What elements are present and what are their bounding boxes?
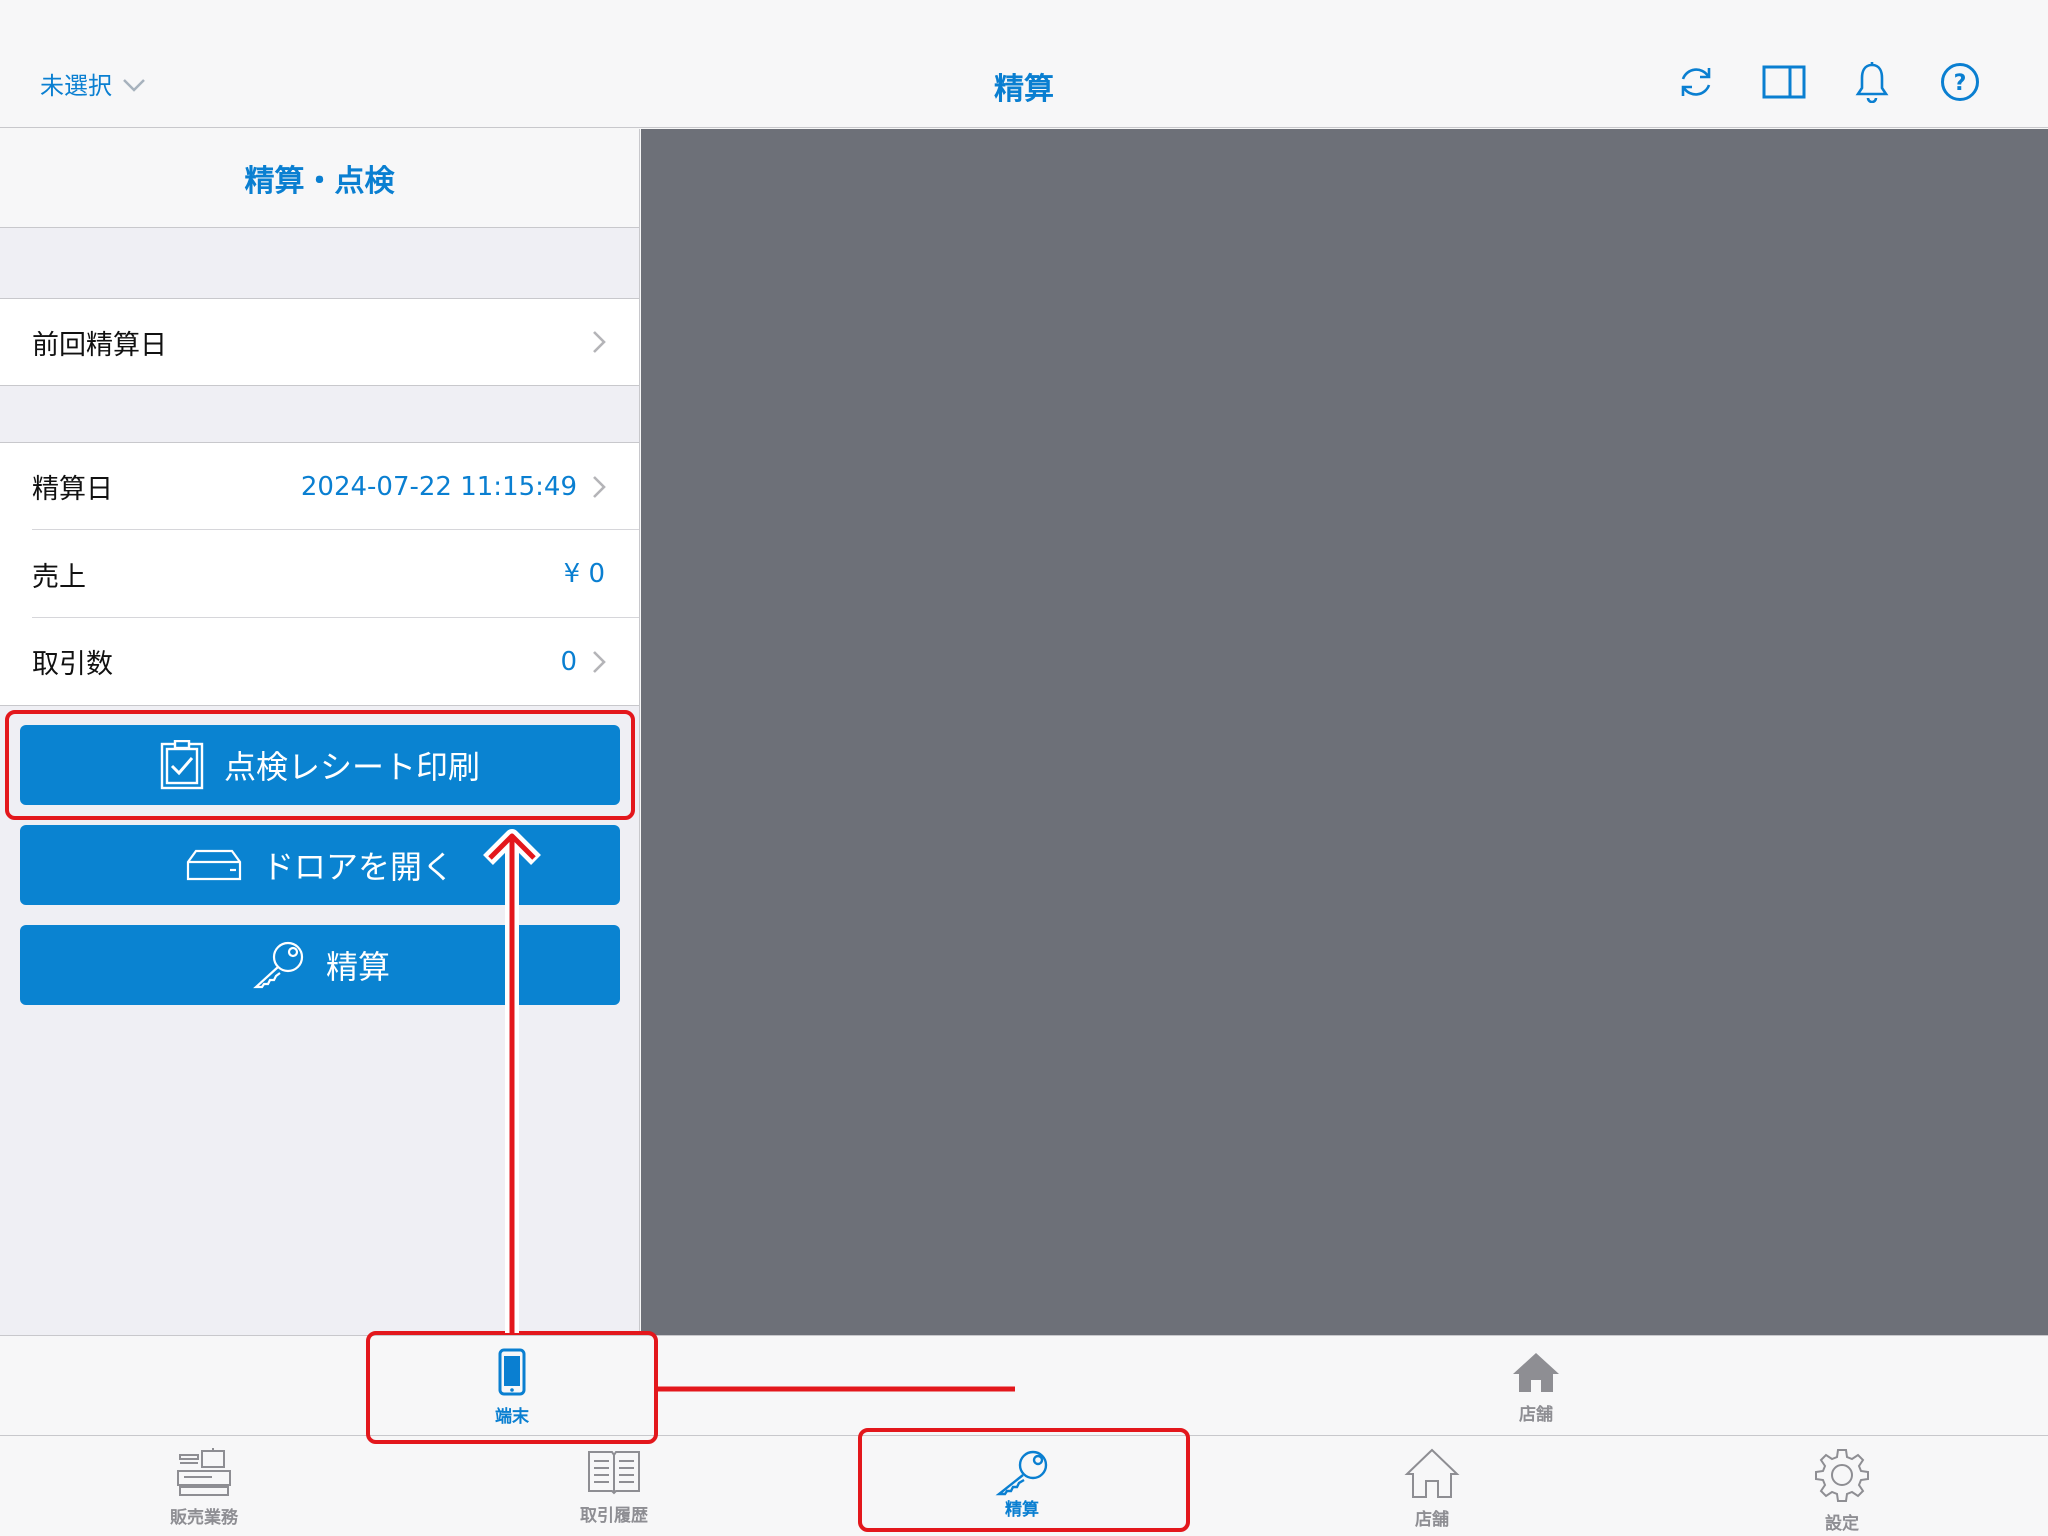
chevron-right-icon	[593, 475, 606, 498]
tab-settings[interactable]: 設定	[1814, 1447, 1870, 1534]
tab-sales-label: 販売業務	[170, 1508, 238, 1528]
sales-label: 売上	[32, 561, 86, 593]
tab-store-label: 店舗	[1415, 1510, 1449, 1530]
chevron-right-icon	[593, 331, 606, 353]
transaction-count-value: 0	[560, 646, 577, 677]
tab-store[interactable]: 店舗	[1404, 1447, 1460, 1530]
tab-settings-label: 設定	[1825, 1514, 1859, 1534]
detail-pane	[641, 129, 2048, 1335]
key-icon	[253, 941, 304, 989]
print-check-receipt-label: 点検レシート印刷	[223, 748, 480, 786]
settle-button[interactable]: 精算	[20, 925, 620, 1005]
gear-icon	[1815, 1449, 1869, 1502]
svg-text:?: ?	[1954, 71, 1967, 96]
sales-row: 売上 ¥ 0	[0, 530, 639, 618]
settle-label: 精算	[325, 948, 390, 986]
tab-settlement-label: 精算	[1005, 1500, 1039, 1520]
settlement-date-value: 2024-07-22 11:15:49	[300, 471, 577, 502]
subtab-terminal-label: 端末	[495, 1407, 529, 1427]
transaction-count-row[interactable]: 取引数 0	[0, 618, 639, 706]
subtab-terminal[interactable]: 端末	[492, 1348, 532, 1427]
tab-sales[interactable]: 販売業務	[164, 1447, 244, 1528]
split-view-icon[interactable]	[1762, 60, 1806, 104]
refresh-icon[interactable]	[1674, 60, 1718, 104]
subtab-store-label: 店舗	[1519, 1405, 1553, 1425]
top-navigation-bar: 未選択 精算 ?	[0, 0, 2048, 128]
open-drawer-label: ドロアを開く	[261, 848, 454, 886]
sub-tab-bar: 端末 店舗	[0, 1335, 2048, 1436]
chevron-right-icon	[593, 650, 606, 673]
book-icon	[588, 1451, 640, 1495]
drawer-icon	[186, 849, 242, 881]
settlement-date-label: 精算日	[32, 474, 113, 505]
panel-title: 精算・点検	[0, 129, 639, 228]
last-settlement-row[interactable]: 前回精算日	[0, 298, 639, 386]
open-drawer-button[interactable]: ドロアを開く	[20, 825, 620, 905]
last-settlement-label: 前回精算日	[32, 329, 167, 361]
main-tab-bar: 販売業務 取引履歴 精算 店舗 設定	[0, 1437, 2048, 1536]
cash-register-icon	[177, 1448, 231, 1496]
key-icon	[995, 1450, 1048, 1496]
tab-history[interactable]: 取引履歴	[574, 1449, 654, 1526]
tab-history-label: 取引履歴	[580, 1506, 648, 1526]
help-icon[interactable]: ?	[1938, 60, 1982, 104]
subtab-store[interactable]: 店舗	[1510, 1350, 1562, 1425]
home-icon	[1513, 1353, 1559, 1392]
sales-value: ¥ 0	[563, 559, 605, 589]
home-icon	[1404, 1448, 1460, 1498]
print-check-receipt-button[interactable]: 点検レシート印刷	[20, 725, 620, 805]
smartphone-icon	[498, 1348, 526, 1396]
bell-icon[interactable]	[1850, 60, 1894, 104]
settlement-date-row[interactable]: 精算日 2024-07-22 11:15:49	[0, 442, 639, 530]
tab-settlement[interactable]: 精算	[992, 1449, 1052, 1520]
clipboard-check-icon	[160, 740, 204, 790]
transaction-count-label: 取引数	[32, 649, 113, 680]
